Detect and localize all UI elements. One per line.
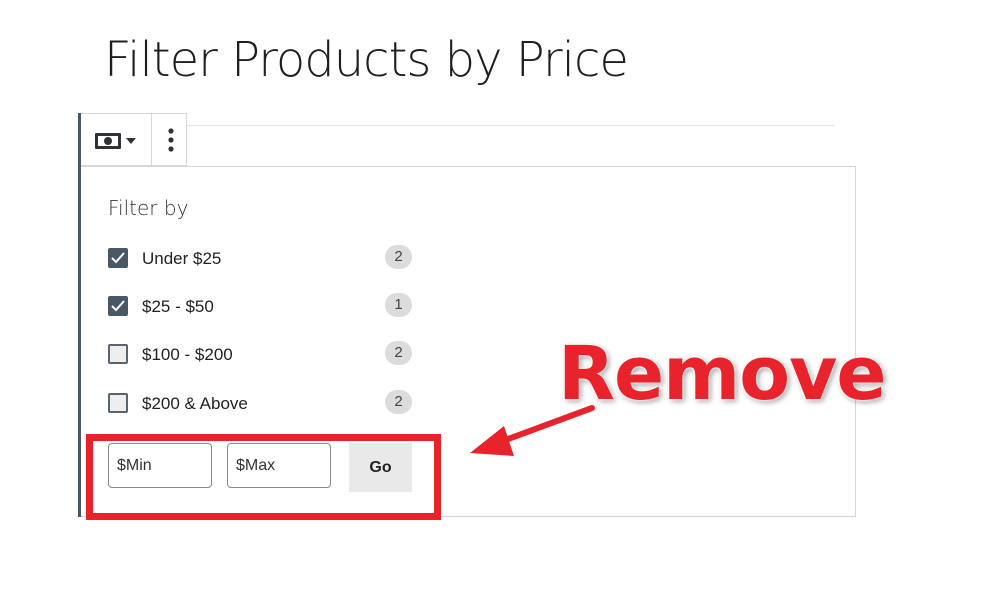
checkbox-unchecked[interactable] <box>108 344 128 364</box>
block-toolbar <box>81 113 187 166</box>
money-bill-icon <box>95 133 121 149</box>
checkbox-checked[interactable] <box>108 296 128 316</box>
count-badge: 2 <box>385 390 412 414</box>
min-price-input[interactable] <box>108 443 212 488</box>
filter-heading: Filter by <box>108 196 189 220</box>
count-badge: 2 <box>385 341 412 365</box>
go-button[interactable]: Go <box>349 443 412 492</box>
vertical-ellipsis-icon <box>168 128 174 152</box>
count-badge: 2 <box>385 245 412 269</box>
toolbar-separator <box>151 114 152 166</box>
filter-option-label: $25 - $50 <box>142 297 214 316</box>
filter-option-label: $200 & Above <box>142 394 248 413</box>
count-badge: 1 <box>385 293 412 317</box>
more-options-button[interactable] <box>161 124 181 156</box>
checkmark-icon <box>111 252 125 264</box>
page-title: Filter Products by Price <box>104 32 629 88</box>
filter-option-label: Under $25 <box>142 249 222 268</box>
remove-callout: Remove <box>558 331 887 417</box>
block-switcher-button[interactable] <box>94 130 136 152</box>
toolbar-divider-line <box>187 125 835 126</box>
checkbox-checked[interactable] <box>108 248 128 268</box>
checkbox-unchecked[interactable] <box>108 393 128 413</box>
filter-option-label: $100 - $200 <box>142 345 233 364</box>
checkmark-icon <box>111 300 125 312</box>
max-price-input[interactable] <box>227 443 331 488</box>
caret-down-icon <box>126 138 136 144</box>
